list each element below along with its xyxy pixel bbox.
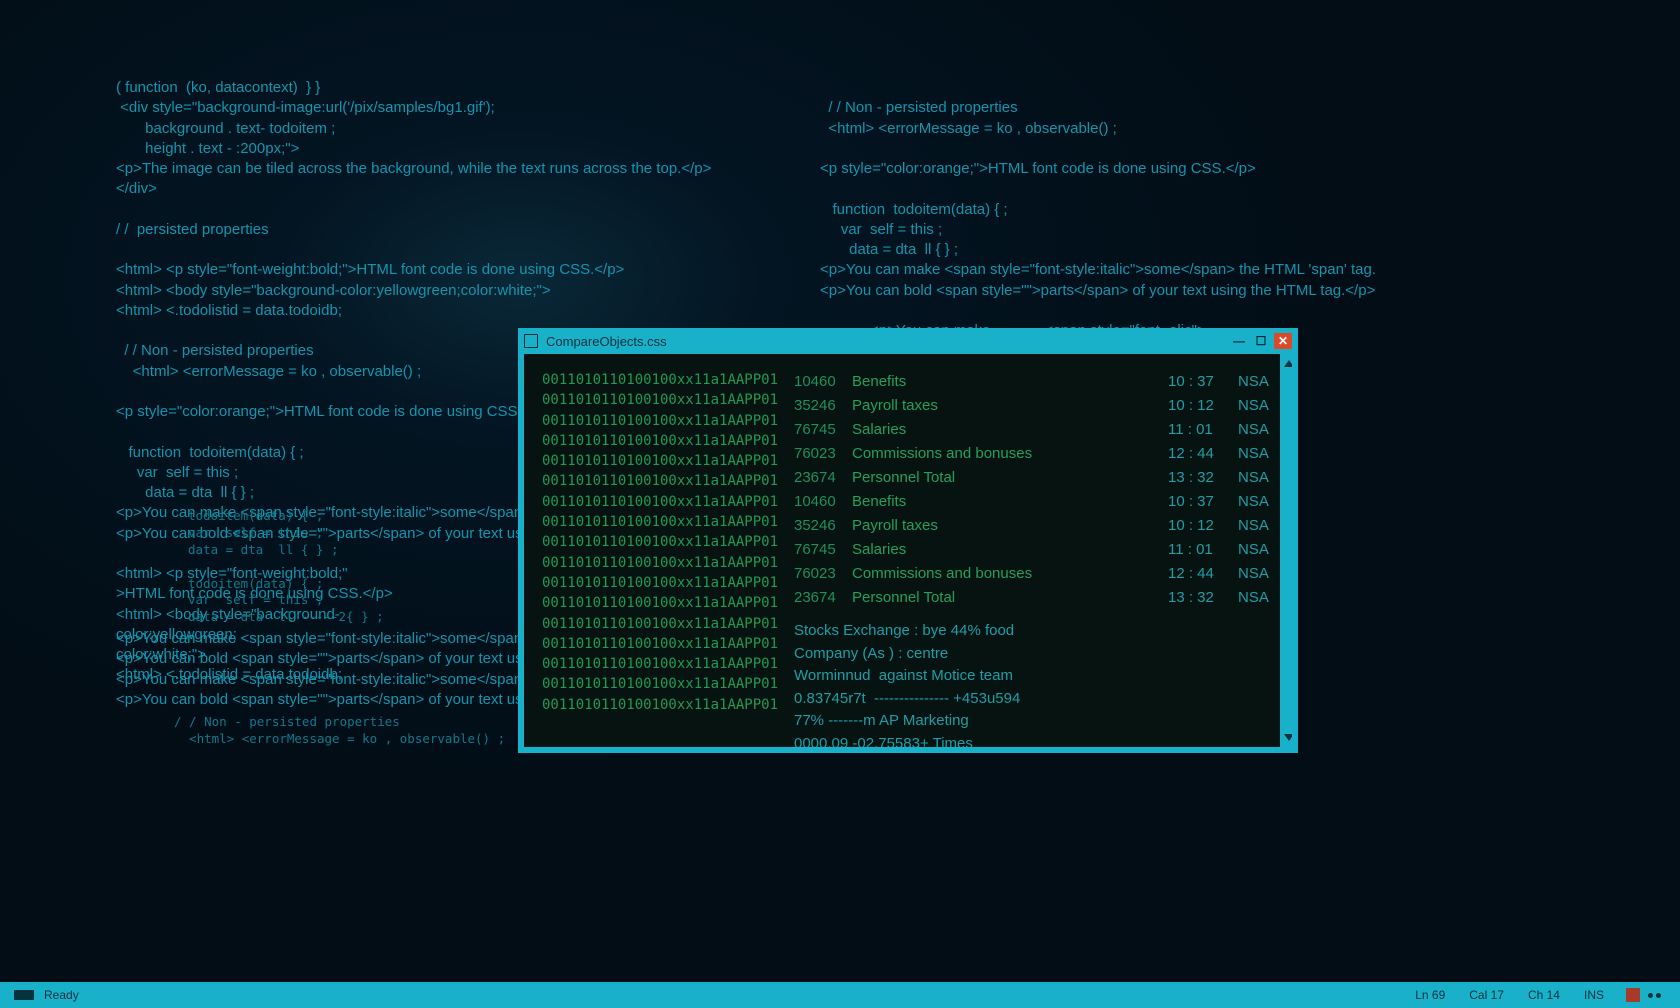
finance-row: 76023Commissions and bonuses12 : 44NSA	[794, 442, 1284, 466]
binary-row: 0011010110100100xx11a1AAPP01	[542, 390, 778, 410]
binary-row: 0011010110100100xx11a1AAPP01	[542, 593, 778, 613]
finance-row: 76745Salaries11 : 01NSA	[794, 418, 1284, 442]
binary-row: 0011010110100100xx11a1AAPP01	[542, 492, 778, 512]
finance-row: 23674Personnel Total13 : 32NSA	[794, 586, 1284, 610]
status-dots-icon	[1648, 991, 1666, 999]
finance-row: 10460Benefits10 : 37NSA	[794, 370, 1284, 394]
binary-row: 0011010110100100xx11a1AAPP01	[542, 411, 778, 431]
status-bar: Ready Ln 69 Cal 17 Ch 14 INS	[0, 982, 1680, 1008]
binary-row: 0011010110100100xx11a1AAPP01	[542, 370, 778, 390]
finance-row: 76745Salaries11 : 01NSA	[794, 538, 1284, 562]
titlebar[interactable]: CompareObjects.css — ☐ ✕	[518, 328, 1298, 354]
minimize-button[interactable]: —	[1230, 333, 1248, 349]
window-title: CompareObjects.css	[546, 334, 1230, 349]
scrollbar[interactable]	[1280, 354, 1292, 747]
binary-row: 0011010110100100xx11a1AAPP01	[542, 614, 778, 634]
finance-row: 35246Payroll taxes10 : 12NSA	[794, 394, 1284, 418]
status-cal: Cal 17	[1469, 988, 1504, 1002]
binary-row: 0011010110100100xx11a1AAPP01	[542, 553, 778, 573]
bg-code-small1: todoitem(data) { ; var self = this ; dat…	[188, 508, 384, 626]
binary-row: 0011010110100100xx11a1AAPP01	[542, 471, 778, 491]
status-line: Ln 69	[1415, 988, 1445, 1002]
close-button[interactable]: ✕	[1274, 333, 1292, 349]
finance-row: 35246Payroll taxes10 : 12NSA	[794, 514, 1284, 538]
binary-row: 0011010110100100xx11a1AAPP01	[542, 634, 778, 654]
scroll-up-icon[interactable]	[1284, 360, 1292, 367]
binary-row: 0011010110100100xx11a1AAPP01	[542, 431, 778, 451]
binary-panel: 0011010110100100xx11a1AAPP01001101011010…	[524, 354, 786, 747]
binary-row: 0011010110100100xx11a1AAPP01	[542, 573, 778, 593]
status-ins: INS	[1584, 988, 1604, 1002]
document-icon	[524, 334, 538, 348]
finance-row: 23674Personnel Total13 : 32NSA	[794, 466, 1284, 490]
alert-icon[interactable]	[1626, 988, 1640, 1002]
compare-window[interactable]: CompareObjects.css — ☐ ✕ 001101011010010…	[518, 328, 1298, 753]
binary-row: 0011010110100100xx11a1AAPP01	[542, 654, 778, 674]
binary-row: 0011010110100100xx11a1AAPP01	[542, 512, 778, 532]
window-body: 0011010110100100xx11a1AAPP01001101011010…	[524, 354, 1292, 747]
binary-row: 0011010110100100xx11a1AAPP01	[542, 674, 778, 694]
bg-code-small2: / / Non - persisted properties <html> <e…	[174, 714, 505, 748]
status-ready: Ready	[44, 988, 79, 1002]
footer-text: Stocks Exchange : bye 44% food Company (…	[794, 620, 1284, 747]
status-flag-icon	[14, 990, 34, 1000]
binary-row: 0011010110100100xx11a1AAPP01	[542, 451, 778, 471]
binary-row: 0011010110100100xx11a1AAPP01	[542, 695, 778, 715]
binary-row: 0011010110100100xx11a1AAPP01	[542, 532, 778, 552]
scroll-down-icon[interactable]	[1284, 734, 1292, 741]
maximize-button[interactable]: ☐	[1252, 333, 1270, 349]
finance-panel: 10460Benefits10 : 37NSA35246Payroll taxe…	[786, 354, 1292, 747]
status-ch: Ch 14	[1528, 988, 1560, 1002]
finance-row: 76023Commissions and bonuses12 : 44NSA	[794, 562, 1284, 586]
finance-row: 10460Benefits10 : 37NSA	[794, 490, 1284, 514]
